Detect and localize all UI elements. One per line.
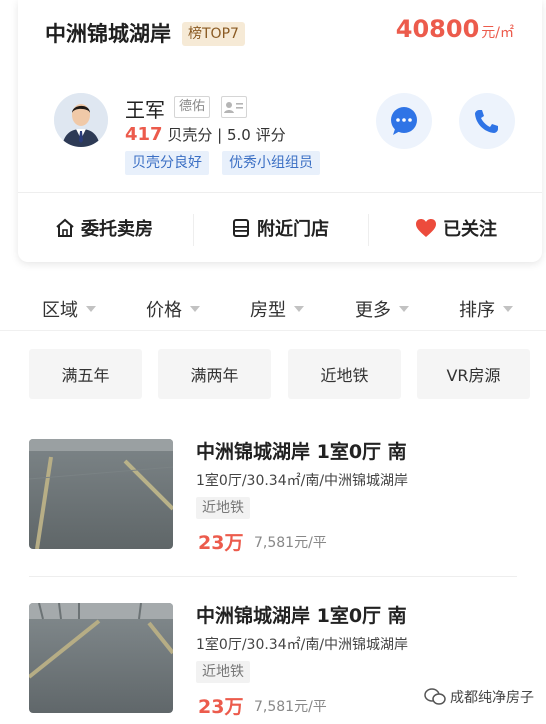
agent-score: 417 贝壳分 | 5.0 评分 — [125, 124, 286, 145]
listing-title[interactable]: 中洲锦城湖岸 1室0厅 南 — [196, 437, 407, 464]
filter-sort[interactable]: 排序 — [459, 296, 513, 322]
listing-separator — [29, 576, 517, 577]
chip-near-subway[interactable]: 近地铁 — [288, 349, 401, 399]
agent-tag: 贝壳分良好 — [125, 151, 209, 175]
followed-button[interactable]: 已关注 — [415, 208, 497, 248]
ranking-badge[interactable]: 榜TOP7 — [182, 22, 245, 46]
filter-more[interactable]: 更多 — [355, 296, 409, 322]
filter-more-label: 更多 — [355, 300, 391, 321]
parking-space-photo — [29, 603, 173, 713]
filter-sort-label: 排序 — [459, 300, 495, 321]
average-price: 40800 元/㎡ — [396, 15, 514, 43]
filter-price[interactable]: 价格 — [146, 296, 200, 322]
agent-photo-icon — [54, 93, 108, 147]
rating-text: | 5.0 评分 — [217, 126, 286, 144]
listing-photo[interactable] — [29, 603, 173, 713]
caret-down-icon — [86, 306, 96, 312]
watermark-text: 成都纯净房子 — [450, 690, 534, 706]
heart-icon — [416, 219, 436, 237]
nearby-store-label: 附近门店 — [257, 219, 329, 240]
watermark: 成都纯净房子 — [424, 687, 534, 707]
listing-tag: 近地铁 — [196, 661, 250, 683]
chip-two-years[interactable]: 满两年 — [158, 349, 271, 399]
id-card-icon[interactable] — [221, 96, 247, 118]
caret-down-icon — [399, 306, 409, 312]
listing-desc: 1室0厅/30.34㎡/南/中洲锦城湖岸 — [196, 473, 409, 489]
entrust-sale-button[interactable]: 委托卖房 — [55, 208, 153, 248]
caret-down-icon — [190, 306, 200, 312]
store-icon — [233, 219, 249, 237]
phone-icon — [475, 110, 498, 133]
caret-down-icon — [503, 306, 513, 312]
card-divider — [18, 192, 542, 193]
filter-area[interactable]: 区域 — [42, 296, 96, 322]
agent-avatar[interactable] — [54, 93, 108, 147]
wechat-icon — [424, 688, 446, 705]
message-button[interactable] — [376, 93, 432, 149]
listing-desc: 1室0厅/30.34㎡/南/中洲锦城湖岸 — [196, 637, 409, 653]
listing-tag: 近地铁 — [196, 497, 250, 519]
company-tag: 德佑 — [174, 96, 211, 118]
caret-down-icon — [294, 306, 304, 312]
filter-area-label: 区域 — [42, 300, 78, 321]
entrust-sale-label: 委托卖房 — [81, 219, 153, 240]
action-separator — [193, 214, 194, 246]
filter-price-label: 价格 — [146, 300, 182, 321]
listing-unit-price: 7,581元/平 — [254, 699, 327, 715]
call-button[interactable] — [459, 93, 515, 149]
score-label: 贝壳分 — [167, 126, 213, 144]
nearby-store-button[interactable]: 附近门店 — [231, 208, 329, 248]
agent-tag: 优秀小组组员 — [222, 151, 320, 175]
price-unit: 元/㎡ — [481, 25, 514, 41]
chat-bubble-icon — [391, 107, 417, 135]
filter-layout-label: 房型 — [250, 300, 286, 321]
parking-space-photo — [29, 439, 173, 549]
action-separator — [368, 214, 369, 246]
house-icon — [56, 218, 74, 237]
agent-name[interactable]: 王军 — [125, 94, 165, 123]
filter-layout[interactable]: 房型 — [250, 296, 304, 322]
listing-price: 23万 — [198, 532, 244, 554]
chip-five-years[interactable]: 满五年 — [29, 349, 142, 399]
listing-price: 23万 — [198, 696, 244, 718]
listing-unit-price: 7,581元/平 — [254, 535, 327, 551]
price-value: 40800 — [395, 15, 480, 43]
community-title: 中洲锦城湖岸 — [45, 22, 171, 46]
community-card: 中洲锦城湖岸 榜TOP7 40800 元/㎡ 王军 德佑 417 贝壳分 | 5.… — [18, 0, 542, 262]
chip-vr-listing[interactable]: VR房源 — [417, 349, 530, 399]
filter-divider — [0, 330, 546, 331]
score-value: 417 — [125, 124, 163, 145]
listing-title[interactable]: 中洲锦城湖岸 1室0厅 南 — [196, 601, 407, 628]
followed-label: 已关注 — [443, 219, 497, 240]
listing-photo[interactable] — [29, 439, 173, 549]
